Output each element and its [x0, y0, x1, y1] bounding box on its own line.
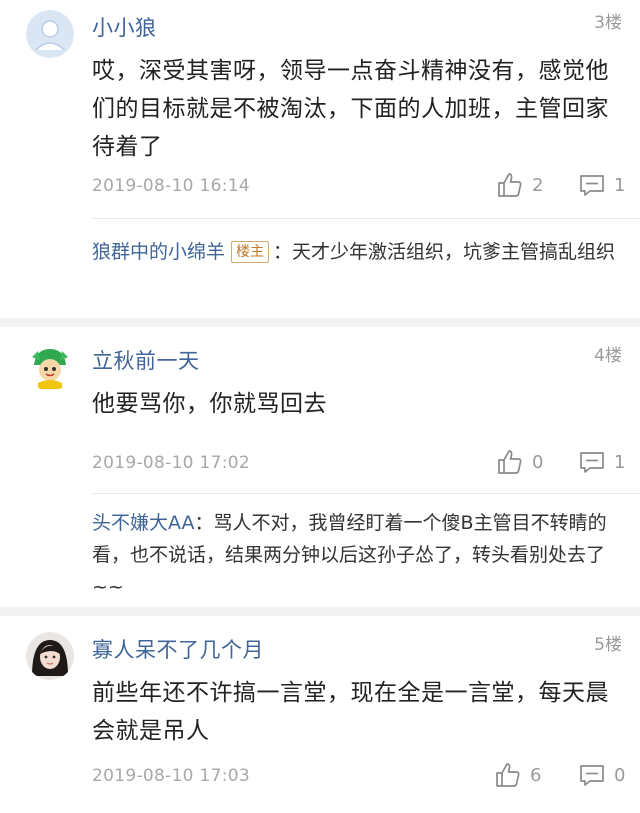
comment-content: 他要骂你，你就骂回去 — [92, 391, 327, 417]
thumbs-up-icon — [498, 450, 522, 474]
section-divider — [0, 318, 640, 327]
reply-count: 0 — [614, 764, 626, 786]
like-button[interactable]: 6 — [494, 761, 541, 789]
reply-item[interactable]: 狼群中的小绵羊 楼主 ：天才少年激活组织，坑爹主管搞乱组织 — [92, 236, 616, 268]
op-badge: 楼主 — [231, 241, 270, 263]
comment-item: 寡人呆不了几个月 5楼 前些年还不许搞一言堂，现在全是一言堂，每天晨会就是吊人 … — [0, 616, 640, 813]
comment-bubble-icon — [580, 765, 604, 786]
comment-item: 立秋前一天 4楼 他要骂你，你就骂回去 2019-08-10 17:02 0 1… — [0, 327, 640, 607]
floor-number: 5楼 — [594, 635, 622, 655]
reply-button[interactable]: 1 — [578, 448, 625, 476]
comment-bubble-icon — [580, 175, 604, 196]
floor-number: 3楼 — [594, 13, 622, 33]
comment-bubble-icon — [580, 452, 604, 473]
reply-button[interactable]: 1 — [578, 171, 625, 199]
divider — [92, 218, 640, 219]
comment-content: 前些年还不许搞一言堂，现在全是一言堂，每天晨会就是吊人 — [92, 680, 609, 744]
cartoon-avatar-icon — [26, 343, 74, 391]
divider — [92, 493, 640, 494]
username[interactable]: 小小狼 — [92, 12, 157, 42]
like-button[interactable]: 2 — [496, 171, 543, 199]
floor-number: 4楼 — [594, 346, 622, 366]
reply-item[interactable]: 头不嫌大AA：骂人不对，我曾经盯着一个傻B主管目不转睛的看，也不说话，结果两分钟… — [92, 507, 616, 603]
avatar[interactable] — [26, 632, 74, 680]
avatar[interactable] — [26, 10, 74, 58]
reply-author[interactable]: 头不嫌大AA — [92, 512, 195, 534]
reply-author[interactable]: 狼群中的小绵羊 — [92, 241, 225, 263]
thumbs-up-icon — [496, 763, 520, 787]
section-divider — [0, 607, 640, 616]
comment-item: 小小狼 3楼 哎，深受其害呀，领导一点奋斗精神没有，感觉他们的目标就是不被淘汰，… — [0, 0, 640, 318]
like-count: 0 — [532, 451, 544, 473]
comment-time: 2019-08-10 17:02 — [92, 453, 250, 473]
reply-count: 1 — [614, 451, 626, 473]
comment-content: 哎，深受其害呀，领导一点奋斗精神没有，感觉他们的目标就是不被淘汰，下面的人加班，… — [92, 58, 609, 160]
comment-time: 2019-08-10 17:03 — [92, 766, 250, 786]
default-avatar-icon — [26, 10, 74, 58]
username[interactable]: 立秋前一天 — [92, 345, 200, 375]
thumbs-up-icon — [498, 173, 522, 197]
reply-text: ：天才少年激活组织，坑爹主管搞乱组织 — [273, 241, 616, 263]
user-photo-avatar-icon — [26, 632, 74, 680]
username[interactable]: 寡人呆不了几个月 — [92, 634, 264, 664]
reply-count: 1 — [614, 174, 626, 196]
comment-time: 2019-08-10 16:14 — [92, 176, 250, 196]
avatar[interactable] — [26, 343, 74, 391]
reply-button[interactable]: 0 — [578, 761, 625, 789]
like-button[interactable]: 0 — [496, 448, 543, 476]
like-count: 6 — [530, 764, 542, 786]
like-count: 2 — [532, 174, 544, 196]
